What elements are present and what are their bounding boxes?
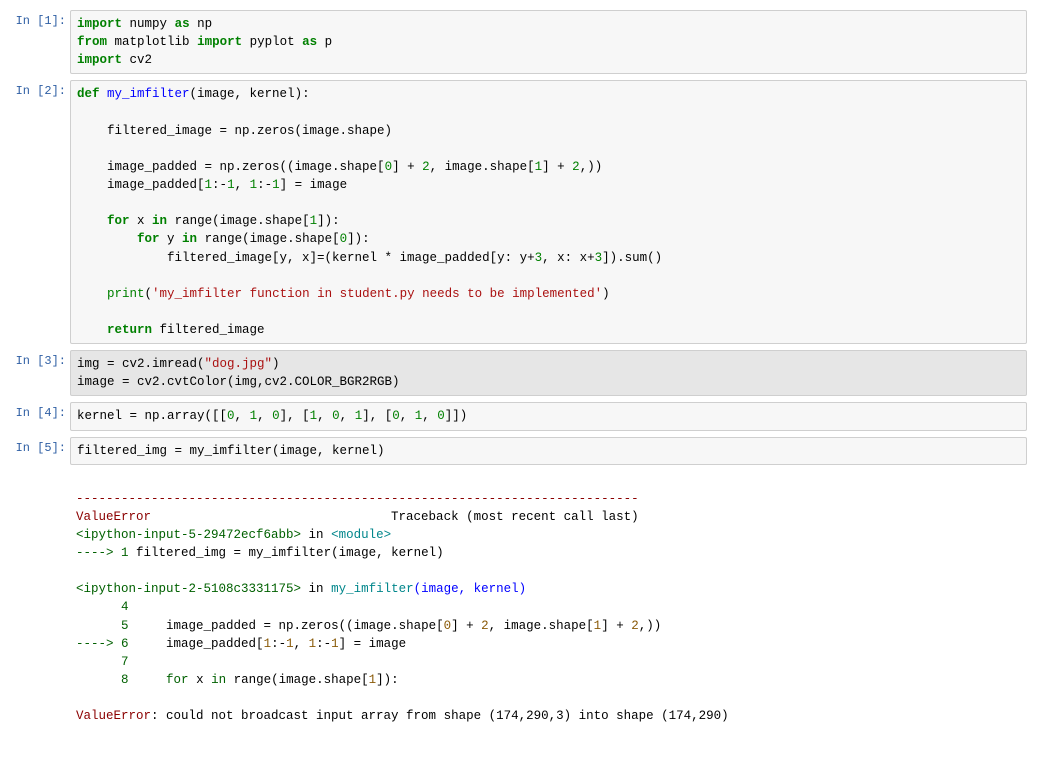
code-pre-2: def my_imfilter(image, kernel): filtered… xyxy=(77,85,1020,339)
prompt-in-5: In [5]: xyxy=(10,437,70,465)
traceback-pre: ----------------------------------------… xyxy=(76,490,1021,726)
code-cell-3: In [3]: img = cv2.imread("dog.jpg") imag… xyxy=(10,350,1027,396)
prompt-out-5 xyxy=(10,471,70,760)
output-cell-5: ----------------------------------------… xyxy=(10,471,1027,760)
code-pre-3: img = cv2.imread("dog.jpg") image = cv2.… xyxy=(77,355,1020,391)
code-cell-4: In [4]: kernel = np.array([[0, 1, 0], [1… xyxy=(10,402,1027,430)
code-cell-1: In [1]: import numpy as np from matplotl… xyxy=(10,10,1027,74)
code-pre-4: kernel = np.array([[0, 1, 0], [1, 0, 1],… xyxy=(77,407,1020,425)
traceback-output: ----------------------------------------… xyxy=(70,471,1027,760)
code-cell-5: In [5]: filtered_img = my_imfilter(image… xyxy=(10,437,1027,465)
code-pre-1: import numpy as np from matplotlib impor… xyxy=(77,15,1020,69)
code-cell-2: In [2]: def my_imfilter(image, kernel): … xyxy=(10,80,1027,344)
prompt-in-4: In [4]: xyxy=(10,402,70,430)
prompt-in-1: In [1]: xyxy=(10,10,70,74)
code-pre-5: filtered_img = my_imfilter(image, kernel… xyxy=(77,442,1020,460)
code-input-2[interactable]: def my_imfilter(image, kernel): filtered… xyxy=(70,80,1027,344)
prompt-in-3: In [3]: xyxy=(10,350,70,396)
code-input-5[interactable]: filtered_img = my_imfilter(image, kernel… xyxy=(70,437,1027,465)
code-input-1[interactable]: import numpy as np from matplotlib impor… xyxy=(70,10,1027,74)
code-input-4[interactable]: kernel = np.array([[0, 1, 0], [1, 0, 1],… xyxy=(70,402,1027,430)
code-input-3[interactable]: img = cv2.imread("dog.jpg") image = cv2.… xyxy=(70,350,1027,396)
prompt-in-2: In [2]: xyxy=(10,80,70,344)
